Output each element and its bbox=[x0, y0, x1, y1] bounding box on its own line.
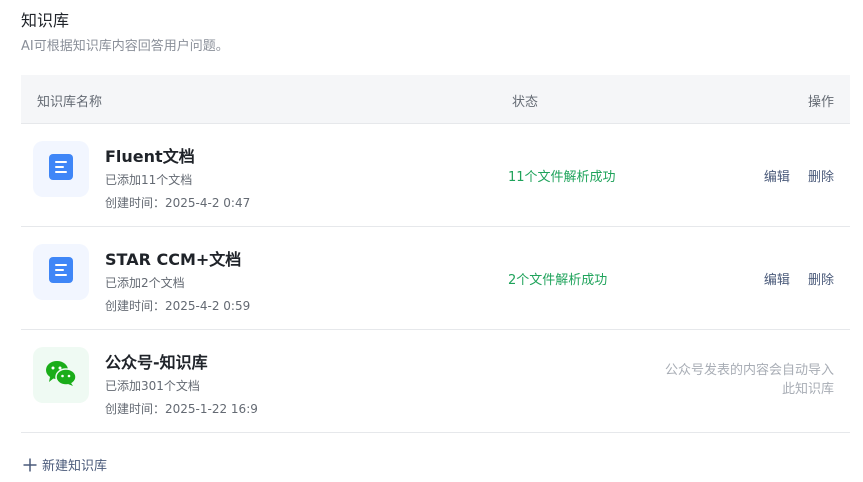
wechat-icon bbox=[45, 359, 77, 391]
kb-name: Fluent文档 bbox=[105, 147, 195, 166]
kb-status: 11个文件解析成功 bbox=[508, 170, 616, 185]
kb-created-time: 创建时间：2025-4-2 0:59 bbox=[105, 299, 251, 313]
edit-button[interactable]: 编辑 bbox=[764, 273, 790, 288]
doc-icon-box bbox=[33, 141, 89, 197]
table-row: STAR CCM+文档 已添加2个文档 创建时间：2025-4-2 0:59 2… bbox=[21, 227, 850, 330]
wechat-icon-box bbox=[33, 347, 89, 403]
auto-import-note: 公众号发表的内容会自动导入此知识库 bbox=[664, 363, 834, 397]
kb-created-time: 创建时间：2025-1-22 16:9 bbox=[105, 402, 258, 416]
plus-icon bbox=[23, 458, 37, 472]
new-knowledge-base-label: 新建知识库 bbox=[42, 459, 108, 474]
kb-doc-count: 已添加2个文档 bbox=[105, 276, 185, 290]
table-header: 知识库名称 状态 操作 bbox=[21, 75, 850, 124]
kb-doc-count: 已添加301个文档 bbox=[105, 379, 200, 393]
delete-button[interactable]: 删除 bbox=[808, 273, 834, 288]
edit-button[interactable]: 编辑 bbox=[764, 170, 790, 185]
doc-icon bbox=[49, 257, 73, 287]
doc-icon-box bbox=[33, 244, 89, 300]
knowledge-base-table: 知识库名称 状态 操作 Fluent文档 已添加11个文档 创建时间：2025-… bbox=[21, 75, 850, 433]
delete-button[interactable]: 删除 bbox=[808, 170, 834, 185]
table-row: Fluent文档 已添加11个文档 创建时间：2025-4-2 0:47 11个… bbox=[21, 124, 850, 227]
row-actions: 编辑 删除 bbox=[764, 269, 834, 288]
column-header-actions: 操作 bbox=[807, 95, 834, 110]
column-header-name: 知识库名称 bbox=[37, 95, 103, 110]
page-description: AI可根据知识库内容回答用户问题。 bbox=[21, 39, 229, 54]
doc-icon bbox=[49, 154, 73, 184]
kb-created-time: 创建时间：2025-4-2 0:47 bbox=[105, 196, 251, 210]
row-actions: 编辑 删除 bbox=[764, 166, 834, 185]
kb-doc-count: 已添加11个文档 bbox=[105, 173, 193, 187]
kb-name: 公众号-知识库 bbox=[105, 353, 208, 372]
table-row: 公众号-知识库 已添加301个文档 创建时间：2025-1-22 16:9 公众… bbox=[21, 330, 850, 433]
page-title: 知识库 bbox=[21, 11, 70, 30]
new-knowledge-base-button[interactable]: 新建知识库 bbox=[23, 455, 107, 474]
column-header-status: 状态 bbox=[512, 95, 539, 110]
kb-name: STAR CCM+文档 bbox=[105, 250, 242, 269]
kb-status: 2个文件解析成功 bbox=[508, 273, 608, 288]
